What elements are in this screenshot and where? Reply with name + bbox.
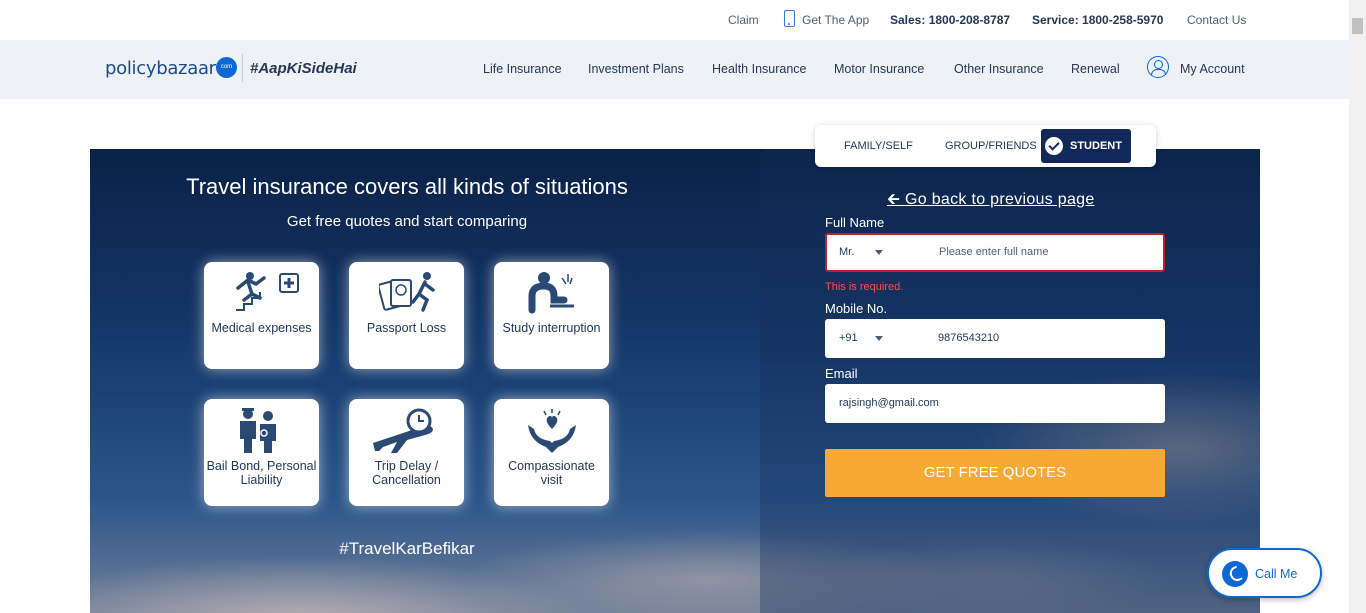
my-account-link[interactable]: My Account xyxy=(1180,62,1245,76)
mobile-input[interactable]: 9876543210 xyxy=(938,332,999,344)
card-label: Passport Loss xyxy=(366,321,447,335)
nav-renewal[interactable]: Renewal xyxy=(1071,62,1120,76)
card-bail-bond: Bail Bond, Personal Liability xyxy=(204,399,319,506)
email-field: rajsingh@gmail.com xyxy=(825,384,1165,423)
full-name-label: Full Name xyxy=(825,215,885,230)
full-name-error: This is required. xyxy=(825,281,904,293)
traveller-type-tabs: FAMILY/SELF GROUP/FRIENDS STUDENT xyxy=(815,125,1156,167)
scrollbar-thumb[interactable] xyxy=(1352,18,1363,34)
tab-family-self[interactable]: FAMILY/SELF xyxy=(844,129,913,163)
get-free-quotes-button[interactable]: GET FREE QUOTES xyxy=(825,449,1165,497)
card-label: Trip Delay / Cancellation xyxy=(372,459,441,487)
call-me-button[interactable]: Call Me xyxy=(1207,548,1322,598)
hero-title: Travel insurance covers all kinds of sit… xyxy=(186,174,628,199)
card-label: Study interruption xyxy=(502,321,601,335)
logo-divider xyxy=(242,54,243,82)
card-label: Bail Bond, Personal Liability xyxy=(206,459,317,487)
chevron-down-icon[interactable] xyxy=(875,250,883,255)
study-icon xyxy=(528,272,574,314)
top-strip: Claim Get The App Sales: 1800-208-8787 S… xyxy=(0,0,1349,40)
passport-icon xyxy=(379,272,435,312)
sales-number[interactable]: Sales: 1800-208-8787 xyxy=(890,13,1010,27)
card-compassionate-visit: Compassionate visit xyxy=(494,399,609,506)
account-icon[interactable] xyxy=(1147,56,1169,78)
email-input[interactable]: rajsingh@gmail.com xyxy=(839,397,939,409)
tab-student[interactable]: STUDENT xyxy=(1041,129,1131,163)
travel-hashtag: #TravelKarBefikar xyxy=(339,539,475,558)
full-name-input[interactable]: Please enter full name xyxy=(939,246,1048,258)
brand-hashtag: #AapKiSideHai xyxy=(250,60,357,77)
main-navbar: policybazaar com #AapKiSideHai Life Insu… xyxy=(0,40,1349,99)
tab-group-friends[interactable]: GROUP/FRIENDS xyxy=(945,129,1037,163)
phone-icon xyxy=(784,10,795,27)
hero-banner: Travel insurance covers all kinds of sit… xyxy=(90,149,1260,613)
nav-investment-plans[interactable]: Investment Plans xyxy=(588,62,684,76)
claim-link[interactable]: Claim xyxy=(728,13,759,27)
card-medical-expenses: Medical expenses xyxy=(204,262,319,369)
card-trip-delay: Trip Delay / Cancellation xyxy=(349,399,464,506)
nav-motor-insurance[interactable]: Motor Insurance xyxy=(834,62,924,76)
nav-health-insurance[interactable]: Health Insurance xyxy=(712,62,807,76)
logo-com-badge: com xyxy=(216,57,237,78)
go-back-link[interactable]: 🡰 Go back to previous page xyxy=(887,188,1095,215)
contact-link[interactable]: Contact Us xyxy=(1187,13,1246,27)
mobile-label: Mobile No. xyxy=(825,301,888,316)
call-me-label: Call Me xyxy=(1255,567,1298,581)
plane-clock-icon xyxy=(373,408,433,453)
check-icon xyxy=(1045,137,1063,155)
medical-icon xyxy=(236,272,299,311)
card-label: Compassionate visit xyxy=(508,459,595,487)
policybazaar-logo[interactable]: policybazaar xyxy=(105,58,216,79)
get-app-link[interactable]: Get The App xyxy=(802,13,869,27)
nav-other-insurance[interactable]: Other Insurance xyxy=(954,62,1044,76)
chevron-down-icon[interactable] xyxy=(875,336,883,341)
title-select[interactable]: Mr. xyxy=(839,246,854,258)
hero-subtitle: Get free quotes and start comparing xyxy=(286,213,528,230)
arrow-left-icon: 🡰 xyxy=(887,191,906,208)
country-code-select[interactable]: +91 xyxy=(839,332,858,344)
phone-call-icon xyxy=(1222,561,1248,587)
page-scrollbar[interactable] xyxy=(1349,0,1366,613)
card-passport-loss: Passport Loss xyxy=(349,262,464,369)
full-name-field: Mr. Please enter full name xyxy=(825,233,1165,272)
nav-life-insurance[interactable]: Life Insurance xyxy=(483,62,562,76)
card-study-interruption: Study interruption xyxy=(494,262,609,369)
heart-hands-icon xyxy=(528,409,576,453)
service-number[interactable]: Service: 1800-258-5970 xyxy=(1032,13,1163,27)
police-icon xyxy=(240,408,276,453)
mobile-field: +91 9876543210 xyxy=(825,319,1165,358)
card-label: Medical expenses xyxy=(211,321,312,335)
email-label: Email xyxy=(825,366,858,381)
